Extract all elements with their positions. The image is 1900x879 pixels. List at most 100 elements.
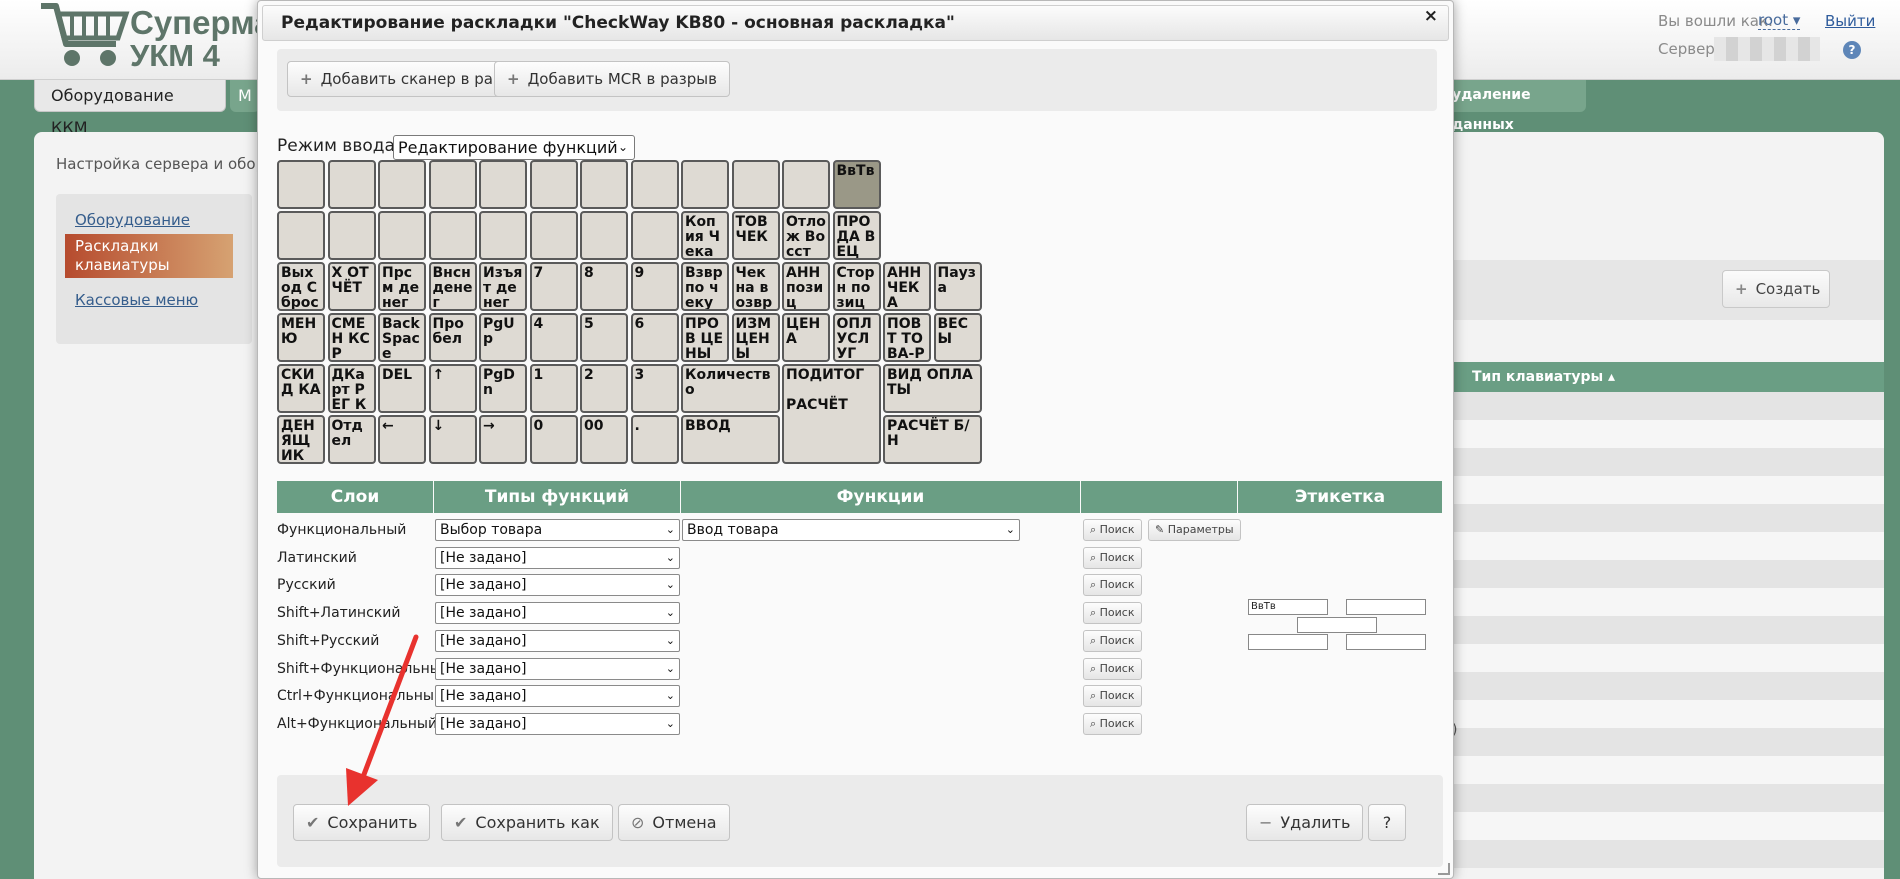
keyboard-type-header[interactable]: Тип клавиатуры ▴ <box>1446 362 1884 392</box>
keyboard-key[interactable] <box>327 211 376 260</box>
keyboard-key[interactable]: ↓ <box>428 415 477 464</box>
label-field-4[interactable] <box>1248 634 1328 650</box>
keyboard-key[interactable] <box>529 160 578 209</box>
keyboard-key[interactable]: Количество <box>681 364 780 413</box>
keyboard-key[interactable]: Back Space <box>378 313 426 362</box>
table-row[interactable] <box>1446 532 1884 560</box>
keyboard-key[interactable] <box>580 160 628 209</box>
function-type-select[interactable]: [Не задано] ⌄ <box>435 546 680 569</box>
add-mcr-button[interactable]: + Добавить MCR в разрыв <box>494 61 730 97</box>
sidebar-item-equipment[interactable]: Оборудование <box>65 208 233 233</box>
keyboard-key[interactable]: ВВОД <box>681 415 780 464</box>
keyboard-key[interactable]: Отлож Восст Чек <box>782 211 830 260</box>
cancel-button[interactable]: ⊘ Отмена <box>618 804 730 841</box>
keyboard-key[interactable]: 00 <box>580 415 628 464</box>
keyboard-key[interactable]: 1 <box>529 364 578 413</box>
logout-link[interactable]: Выйти <box>1825 12 1875 30</box>
function-select[interactable]: Ввод товара ⌄ <box>682 519 1020 541</box>
keyboard-key[interactable]: Выход Сброс <box>277 262 325 311</box>
keyboard-key[interactable] <box>378 160 426 209</box>
keyboard-key[interactable]: Внсн денег <box>428 262 477 311</box>
keyboard-key[interactable]: ВЕСЫ <box>933 313 982 362</box>
keyboard-key[interactable]: ОПЛ УСЛУГ <box>832 313 881 362</box>
table-row[interactable] <box>1446 756 1884 784</box>
keyboard-key[interactable]: 3 <box>630 364 679 413</box>
keyboard-key[interactable]: 9 <box>630 262 679 311</box>
save-button[interactable]: ✔ Сохранить <box>293 804 431 841</box>
table-row[interactable] <box>1446 588 1884 616</box>
keyboard-key[interactable] <box>428 160 477 209</box>
table-row[interactable] <box>1446 420 1884 448</box>
search-button[interactable]: ⌕ Поиск <box>1083 657 1142 680</box>
search-button[interactable]: ⌕ Поиск <box>1083 602 1142 625</box>
sidebar-item-cash-menus[interactable]: Кассовые меню <box>65 288 233 313</box>
keyboard-key[interactable]: ← <box>378 415 426 464</box>
keyboard-key[interactable]: 6 <box>630 313 679 362</box>
keyboard-key[interactable]: 7 <box>529 262 578 311</box>
keyboard-key[interactable]: Пауза <box>933 262 982 311</box>
table-row[interactable] <box>1446 560 1884 588</box>
table-row[interactable] <box>1446 812 1884 840</box>
keyboard-key[interactable]: ↑ <box>428 364 477 413</box>
resize-handle[interactable] <box>1438 863 1450 875</box>
help-button[interactable]: ? <box>1368 804 1406 841</box>
keyboard-key[interactable]: Чек на возвр <box>731 262 780 311</box>
keyboard-key[interactable] <box>782 160 830 209</box>
keyboard-key[interactable]: ЦЕНА <box>782 313 830 362</box>
table-row[interactable] <box>1446 448 1884 476</box>
function-type-select[interactable]: [Не задано] ⌄ <box>435 712 680 735</box>
keyboard-key[interactable]: ВИД ОПЛАТЫ <box>883 364 982 413</box>
function-type-select[interactable]: [Не задано] ⌄ <box>435 574 680 597</box>
table-row[interactable] <box>1446 672 1884 700</box>
keyboard-key[interactable]: ИЗМ ЦЕНЫ <box>731 313 780 362</box>
table-row[interactable] <box>1446 840 1884 868</box>
keyboard-key[interactable]: 4 <box>529 313 578 362</box>
table-row[interactable] <box>1446 392 1884 420</box>
search-button[interactable]: ⌕ Поиск <box>1083 574 1142 597</box>
save-as-button[interactable]: ✔ Сохранить как <box>441 804 613 841</box>
label-field-5[interactable] <box>1346 634 1426 650</box>
keyboard-key[interactable]: ДЕН ЯЩИК <box>277 415 325 464</box>
delete-button[interactable]: − Удалить <box>1246 804 1364 841</box>
keyboard-key[interactable]: 2 <box>580 364 628 413</box>
keyboard-key[interactable] <box>378 211 426 260</box>
keyboard-key[interactable] <box>630 160 679 209</box>
keyboard-key[interactable]: ПРО ДА ВЕЦ <box>832 211 881 260</box>
keyboard-key[interactable]: ДКарт РЕГ КЛНТ <box>327 364 376 413</box>
tab-data-removal[interactable]: удаление данных <box>1440 80 1586 133</box>
keyboard-key[interactable]: 0 <box>529 415 578 464</box>
keyboard-key[interactable] <box>479 211 527 260</box>
label-field-1[interactable]: ВвТв <box>1248 599 1328 615</box>
keyboard-key[interactable]: ВвТв <box>832 160 881 209</box>
keyboard-key[interactable]: СКИД КА <box>277 364 325 413</box>
keyboard-key[interactable]: Копия Чека <box>681 211 729 260</box>
keyboard-key[interactable]: Отдел <box>327 415 376 464</box>
search-button[interactable]: ⌕ Поиск <box>1083 629 1142 652</box>
keyboard-key[interactable]: . <box>630 415 679 464</box>
sidebar-item-keyboard-layouts[interactable]: Раскладки клавиатуры <box>65 234 233 278</box>
keyboard-key[interactable] <box>529 211 578 260</box>
table-row[interactable] <box>1446 700 1884 728</box>
keyboard-key[interactable]: Сторн позиц <box>832 262 881 311</box>
table-row[interactable] <box>1446 476 1884 504</box>
keyboard-key[interactable] <box>327 160 376 209</box>
parameters-button[interactable]: ✎ Параметры <box>1148 519 1241 541</box>
search-button[interactable]: ⌕ Поиск <box>1083 712 1142 735</box>
keyboard-key[interactable] <box>731 160 780 209</box>
user-menu[interactable]: root ▾ <box>1758 12 1801 30</box>
keyboard-key[interactable]: Изъят денег <box>479 262 527 311</box>
keyboard-key[interactable]: → <box>479 415 527 464</box>
input-mode-select[interactable]: Редактирование функций ⌄ <box>393 135 635 160</box>
tab-hidden[interactable]: М <box>230 80 260 112</box>
keyboard-key[interactable]: РАСЧЁТ Б/Н <box>883 415 982 464</box>
function-type-select[interactable]: [Не задано] ⌄ <box>435 629 680 652</box>
keyboard-key[interactable] <box>428 211 477 260</box>
table-row[interactable] <box>1446 728 1884 756</box>
keyboard-key[interactable]: АНН ЧЕКА <box>883 262 931 311</box>
keyboard-key[interactable]: ПРОВ ЦЕНЫ <box>681 313 729 362</box>
keyboard-key[interactable]: ПОДИТОГ РАСЧЁТ <box>782 364 881 464</box>
search-button[interactable]: ⌕ Поиск <box>1083 519 1142 541</box>
keyboard-key[interactable]: Про бел <box>428 313 477 362</box>
keyboard-key[interactable]: АНН позиц <box>782 262 830 311</box>
keyboard-key[interactable]: DEL <box>378 364 426 413</box>
